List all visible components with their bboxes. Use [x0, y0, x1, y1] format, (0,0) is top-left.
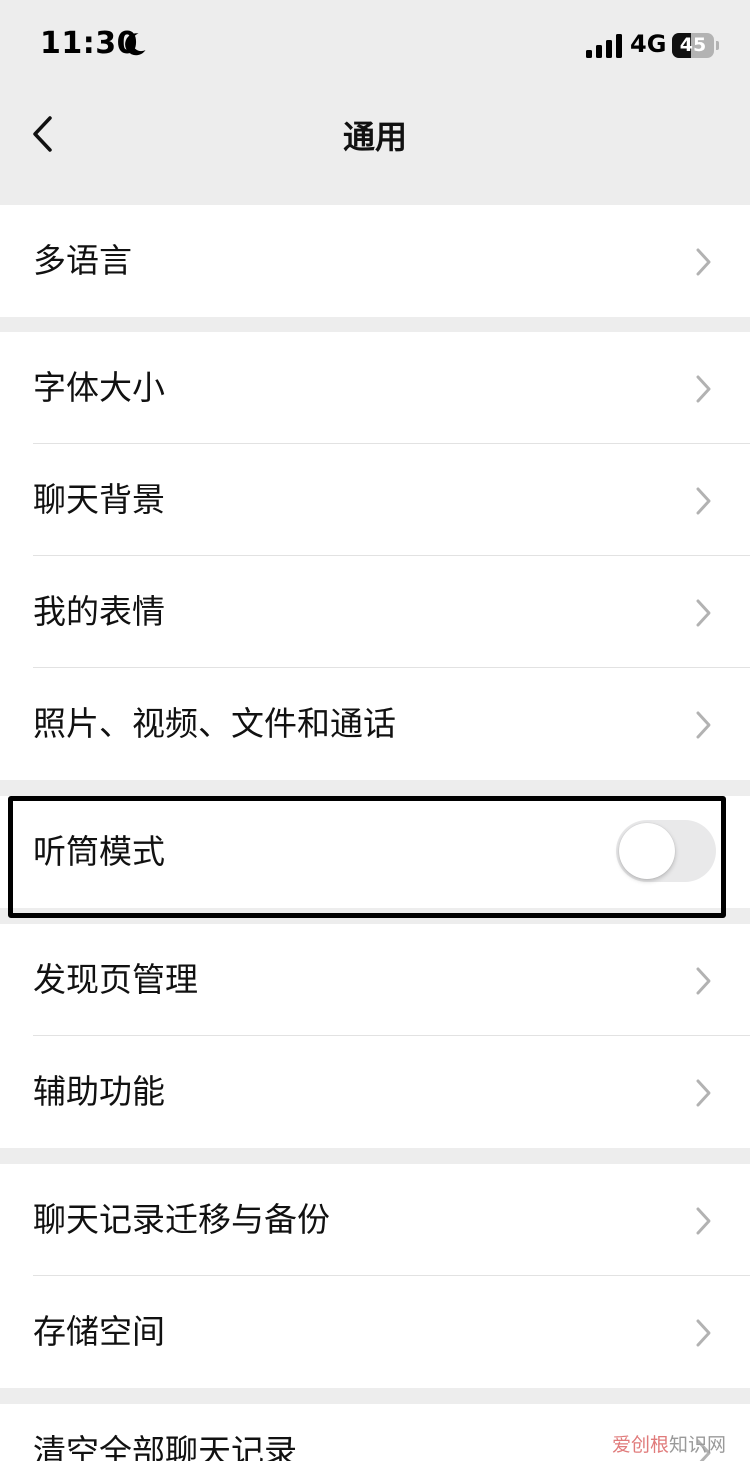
setting-row-font-size[interactable]: 字体大小 [0, 332, 750, 444]
settings-group-earpiece: 听筒模式 [0, 796, 750, 908]
setting-row-my-stickers[interactable]: 我的表情 [0, 556, 750, 668]
watermark: 爱创根知识网 [612, 1430, 726, 1457]
setting-row-storage-space[interactable]: 存储空间 [0, 1276, 750, 1388]
page-title: 通用 [342, 118, 407, 156]
settings-group-display: 字体大小 聊天背景 我的表情 照片、视频、文件和通话 [0, 332, 750, 780]
setting-row-accessibility[interactable]: 辅助功能 [0, 1036, 750, 1148]
setting-row-language[interactable]: 多语言 [0, 205, 750, 317]
watermark-rest: 知识网 [668, 1434, 726, 1456]
battery-icon: 45 [672, 33, 719, 58]
setting-row-chat-background[interactable]: 聊天背景 [0, 444, 750, 556]
chevron-right-icon [696, 487, 711, 515]
chevron-right-icon [696, 375, 711, 403]
setting-label: 存储空间 [33, 1312, 165, 1351]
chevron-right-icon [696, 1319, 711, 1347]
status-bar: 11:30 4G 45 [0, 0, 750, 90]
earpiece-mode-toggle[interactable] [616, 820, 716, 882]
setting-row-media-files-calls[interactable]: 照片、视频、文件和通话 [0, 668, 750, 780]
setting-label: 字体大小 [33, 368, 165, 407]
chevron-right-icon [696, 248, 711, 276]
settings-group-language: 多语言 [0, 205, 750, 317]
setting-label: 聊天背景 [33, 480, 165, 519]
setting-label: 发现页管理 [33, 960, 198, 999]
setting-label: 多语言 [33, 241, 132, 280]
setting-row-earpiece-mode: 听筒模式 [0, 796, 750, 908]
setting-label: 照片、视频、文件和通话 [33, 704, 396, 743]
setting-label: 听筒模式 [33, 832, 165, 871]
nav-bar: 通用 [0, 90, 750, 178]
settings-group-storage: 聊天记录迁移与备份 存储空间 [0, 1164, 750, 1388]
signal-icon [586, 34, 622, 58]
chevron-right-icon [696, 1079, 711, 1107]
setting-label: 清空全部聊天记录 [33, 1432, 297, 1461]
chevron-right-icon [696, 1207, 711, 1235]
chevron-right-icon [696, 599, 711, 627]
toggle-knob [619, 823, 675, 879]
battery-level: 45 [679, 34, 707, 56]
chevron-right-icon [696, 711, 711, 739]
chevron-right-icon [696, 967, 711, 995]
moon-icon [125, 33, 146, 56]
settings-group-discover: 发现页管理 辅助功能 [0, 924, 750, 1148]
setting-label: 我的表情 [33, 592, 165, 631]
network-label: 4G [630, 30, 667, 58]
setting-row-chat-migration-backup[interactable]: 聊天记录迁移与备份 [0, 1164, 750, 1276]
watermark-accent: 爱创根 [611, 1434, 669, 1456]
setting-label: 辅助功能 [33, 1072, 165, 1111]
setting-label: 聊天记录迁移与备份 [33, 1200, 330, 1239]
setting-row-discover-management[interactable]: 发现页管理 [0, 924, 750, 1036]
